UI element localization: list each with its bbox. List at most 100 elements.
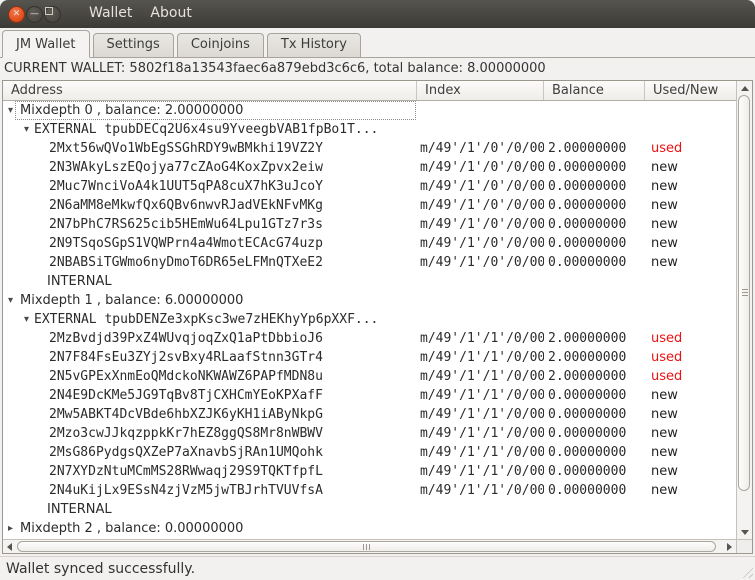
tree-row-label: INTERNAL <box>47 502 112 517</box>
cell-used-new: used <box>651 369 683 384</box>
tree-header: Address Index Balance Used/New <box>3 81 736 101</box>
cell-balance: 0.00000000 <box>548 464 627 479</box>
tree-row-label: 2Muc7WnciVoA4k1UUT5qPA8cuX7hK3uJcoY <box>49 179 323 194</box>
cell-balance <box>544 310 645 329</box>
cell-used-new: new <box>651 445 678 460</box>
cell-balance <box>544 500 645 519</box>
cell-balance: 2.00000000 <box>548 369 627 384</box>
cell-index: m/49'/1'/0'/0/002 <box>420 179 544 194</box>
tree-row-label: 2NBABSiTGWmo6nyDmoT6DR65eLFMnQTXeE2 <box>49 255 323 270</box>
close-icon[interactable]: ✕ <box>8 5 25 23</box>
horizontal-scrollbar[interactable] <box>3 539 736 553</box>
cell-index: m/49'/1'/1'/0/000 <box>420 331 544 346</box>
chevron-down-icon[interactable]: ▾ <box>8 291 13 310</box>
chevron-down-icon[interactable]: ▾ <box>24 120 29 139</box>
chevron-down-icon[interactable]: ▾ <box>24 310 29 329</box>
cell-used-new: new <box>651 464 678 479</box>
menu-wallet[interactable]: Wallet <box>80 0 141 28</box>
scroll-left-icon[interactable] <box>7 543 12 551</box>
header-index[interactable]: Index <box>417 81 544 100</box>
tree-row-label: 2N7XYDzNtuMCmMS28RWwaqj29S9TQKTfpfL <box>49 464 323 479</box>
tree-row-label: 2MsG86PydgsQXZeP7aXnavbSjRAn1UMQohk <box>49 445 323 460</box>
tree-row[interactable]: INTERNAL <box>3 500 736 519</box>
cell-used-new: new <box>651 160 678 175</box>
tree-row-label: 2N3WAkyLszEQojya77cZAoG4KoxZpvx2eiw <box>49 160 323 175</box>
cell-index: m/49'/1'/1'/0/002 <box>420 369 544 384</box>
tree-row[interactable]: 2N5vGPExXnmEoQMdckoNKWAWZ6PAPfMDN8u m/49'… <box>3 367 736 386</box>
cell-balance: 0.00000000 <box>548 426 627 441</box>
cell-index: m/49'/1'/0'/0/001 <box>420 160 544 175</box>
cell-index: m/49'/1'/1'/0/001 <box>420 350 544 365</box>
header-used-new[interactable]: Used/New <box>645 81 736 100</box>
tree-row[interactable]: 2N6aMM8eMkwfQx6QBv6nwvRJadVEkNFvMKg m/49'… <box>3 196 736 215</box>
cell-balance: 0.00000000 <box>548 236 627 251</box>
cell-index: m/49'/1'/0'/0/000 <box>420 141 544 156</box>
tree-row[interactable]: 2N7bPhC7RS625cib5HEmWu64Lpu1GTz7r3s m/49'… <box>3 215 736 234</box>
cell-used-new <box>645 291 736 310</box>
scroll-right-icon[interactable] <box>727 543 732 551</box>
tree-body: ▾ Mixdepth 0 , balance: 2.00000000 ▾ EXTERN… <box>3 101 736 539</box>
tree-row[interactable]: ▾ EXTERNAL tpubDECq2U6x4su9YveegbVAB1fpBo… <box>3 120 736 139</box>
scroll-down-icon[interactable] <box>741 530 749 535</box>
minimize-icon[interactable]: — <box>26 5 43 23</box>
chevron-down-icon[interactable]: ▾ <box>8 101 13 120</box>
cell-balance: 0.00000000 <box>548 160 627 175</box>
header-balance[interactable]: Balance <box>544 81 645 100</box>
tree-row[interactable]: 2N7F84FsEu3ZYj2svBxy4RLaafStnn3GTr4 m/49'… <box>3 348 736 367</box>
cell-index: m/49'/1'/0'/0/005 <box>420 236 544 251</box>
tab-jm-wallet[interactable]: JM Wallet <box>2 30 90 58</box>
cell-balance <box>544 101 645 120</box>
scroll-up-icon[interactable] <box>741 86 749 91</box>
tree-row-label: 2MzBvdjd39PxZ4WUvqjoqZxQ1aPtDbbioJ6 <box>49 331 323 346</box>
cell-used-new <box>645 519 736 538</box>
cell-used-new: new <box>651 179 678 194</box>
cell-balance <box>544 272 645 291</box>
tree-row[interactable]: 2Mw5ABKT4DcVBde6hbXZJK6yKH1iAByNkpG m/49'… <box>3 405 736 424</box>
chevron-right-icon[interactable]: ▸ <box>8 519 13 538</box>
resize-grip-icon[interactable] <box>740 565 753 578</box>
cell-index <box>417 272 544 291</box>
tree-row[interactable]: ▾ Mixdepth 1 , balance: 6.00000000 <box>3 291 736 310</box>
cell-used-new: new <box>651 426 678 441</box>
tree-row[interactable]: 2N7XYDzNtuMCmMS28RWwaqj29S9TQKTfpfL m/49'… <box>3 462 736 481</box>
tab-tx-history[interactable]: Tx History <box>266 33 361 57</box>
app-window: ✕ — Wallet About JM Wallet Settings Coin… <box>0 0 755 580</box>
cell-used-new <box>645 101 736 120</box>
tree-row[interactable]: 2N9TSqoSGpS1VQWPrn4a4WmotECAcG74uzp m/49'… <box>3 234 736 253</box>
tree-row[interactable]: 2N4E9DcKMe5JG9TqBv8TjCXHCmYEoKPXafF m/49'… <box>3 386 736 405</box>
cell-balance <box>544 291 645 310</box>
tree-row-label: 2N4E9DcKMe5JG9TqBv8TjCXHCmYEoKPXafF <box>49 388 323 403</box>
cell-used-new: new <box>651 483 678 498</box>
cell-index <box>417 120 544 139</box>
tab-settings[interactable]: Settings <box>92 33 174 57</box>
vertical-scrollbar[interactable] <box>736 81 752 539</box>
tree-row[interactable]: ▾ Mixdepth 0 , balance: 2.00000000 <box>3 101 736 120</box>
vertical-scrollbar-thumb[interactable] <box>738 95 750 491</box>
cell-used-new <box>645 500 736 519</box>
tree-row[interactable]: 2Muc7WnciVoA4k1UUT5qPA8cuX7hK3uJcoY m/49'… <box>3 177 736 196</box>
tree-row[interactable]: ▸ Mixdepth 2 , balance: 0.00000000 <box>3 519 736 538</box>
cell-used-new <box>645 120 736 139</box>
cell-used-new: used <box>651 331 683 346</box>
tree-row[interactable]: 2N4uKijLx9ESsN4zjVzM5jwTBJrhTVUVfsA m/49'… <box>3 481 736 500</box>
tree-row[interactable]: 2NBABSiTGWmo6nyDmoT6DR65eLFMnQTXeE2 m/49'… <box>3 253 736 272</box>
maximize-icon[interactable] <box>44 5 61 23</box>
header-address[interactable]: Address <box>3 81 417 100</box>
tree-row[interactable]: 2Mxt56wQVo1WbEgSSGhRDY9wBMkhi19VZ2Y m/49'… <box>3 139 736 158</box>
horizontal-scrollbar-thumb[interactable] <box>17 541 716 552</box>
tree-row[interactable]: 2Mzo3cwJJkqzppkKr7hEZ8ggQS8Mr8nWBWV m/49'… <box>3 424 736 443</box>
tree-row[interactable]: INTERNAL <box>3 272 736 291</box>
tree-row[interactable]: 2MzBvdjd39PxZ4WUvqjoqZxQ1aPtDbbioJ6 m/49'… <box>3 329 736 348</box>
cell-index: m/49'/1'/1'/0/008 <box>420 483 544 498</box>
cell-used-new: used <box>651 350 683 365</box>
tab-coinjoins[interactable]: Coinjoins <box>176 33 264 57</box>
menu-about[interactable]: About <box>141 0 200 28</box>
cell-balance: 0.00000000 <box>548 407 627 422</box>
tree-row[interactable]: 2N3WAkyLszEQojya77cZAoG4KoxZpvx2eiw m/49'… <box>3 158 736 177</box>
tree-row-label: EXTERNAL tpubDENZe3xpKsc3we7zHEKhyYp6pXX… <box>34 312 379 327</box>
tree-row[interactable]: 2MsG86PydgsQXZeP7aXnavbSjRAn1UMQohk m/49'… <box>3 443 736 462</box>
cell-balance: 0.00000000 <box>548 388 627 403</box>
tree-row-label: Mixdepth 0 , balance: 2.00000000 <box>20 103 244 118</box>
cell-balance: 0.00000000 <box>548 255 627 270</box>
tree-row[interactable]: ▾ EXTERNAL tpubDENZe3xpKsc3we7zHEKhyYp6pX… <box>3 310 736 329</box>
